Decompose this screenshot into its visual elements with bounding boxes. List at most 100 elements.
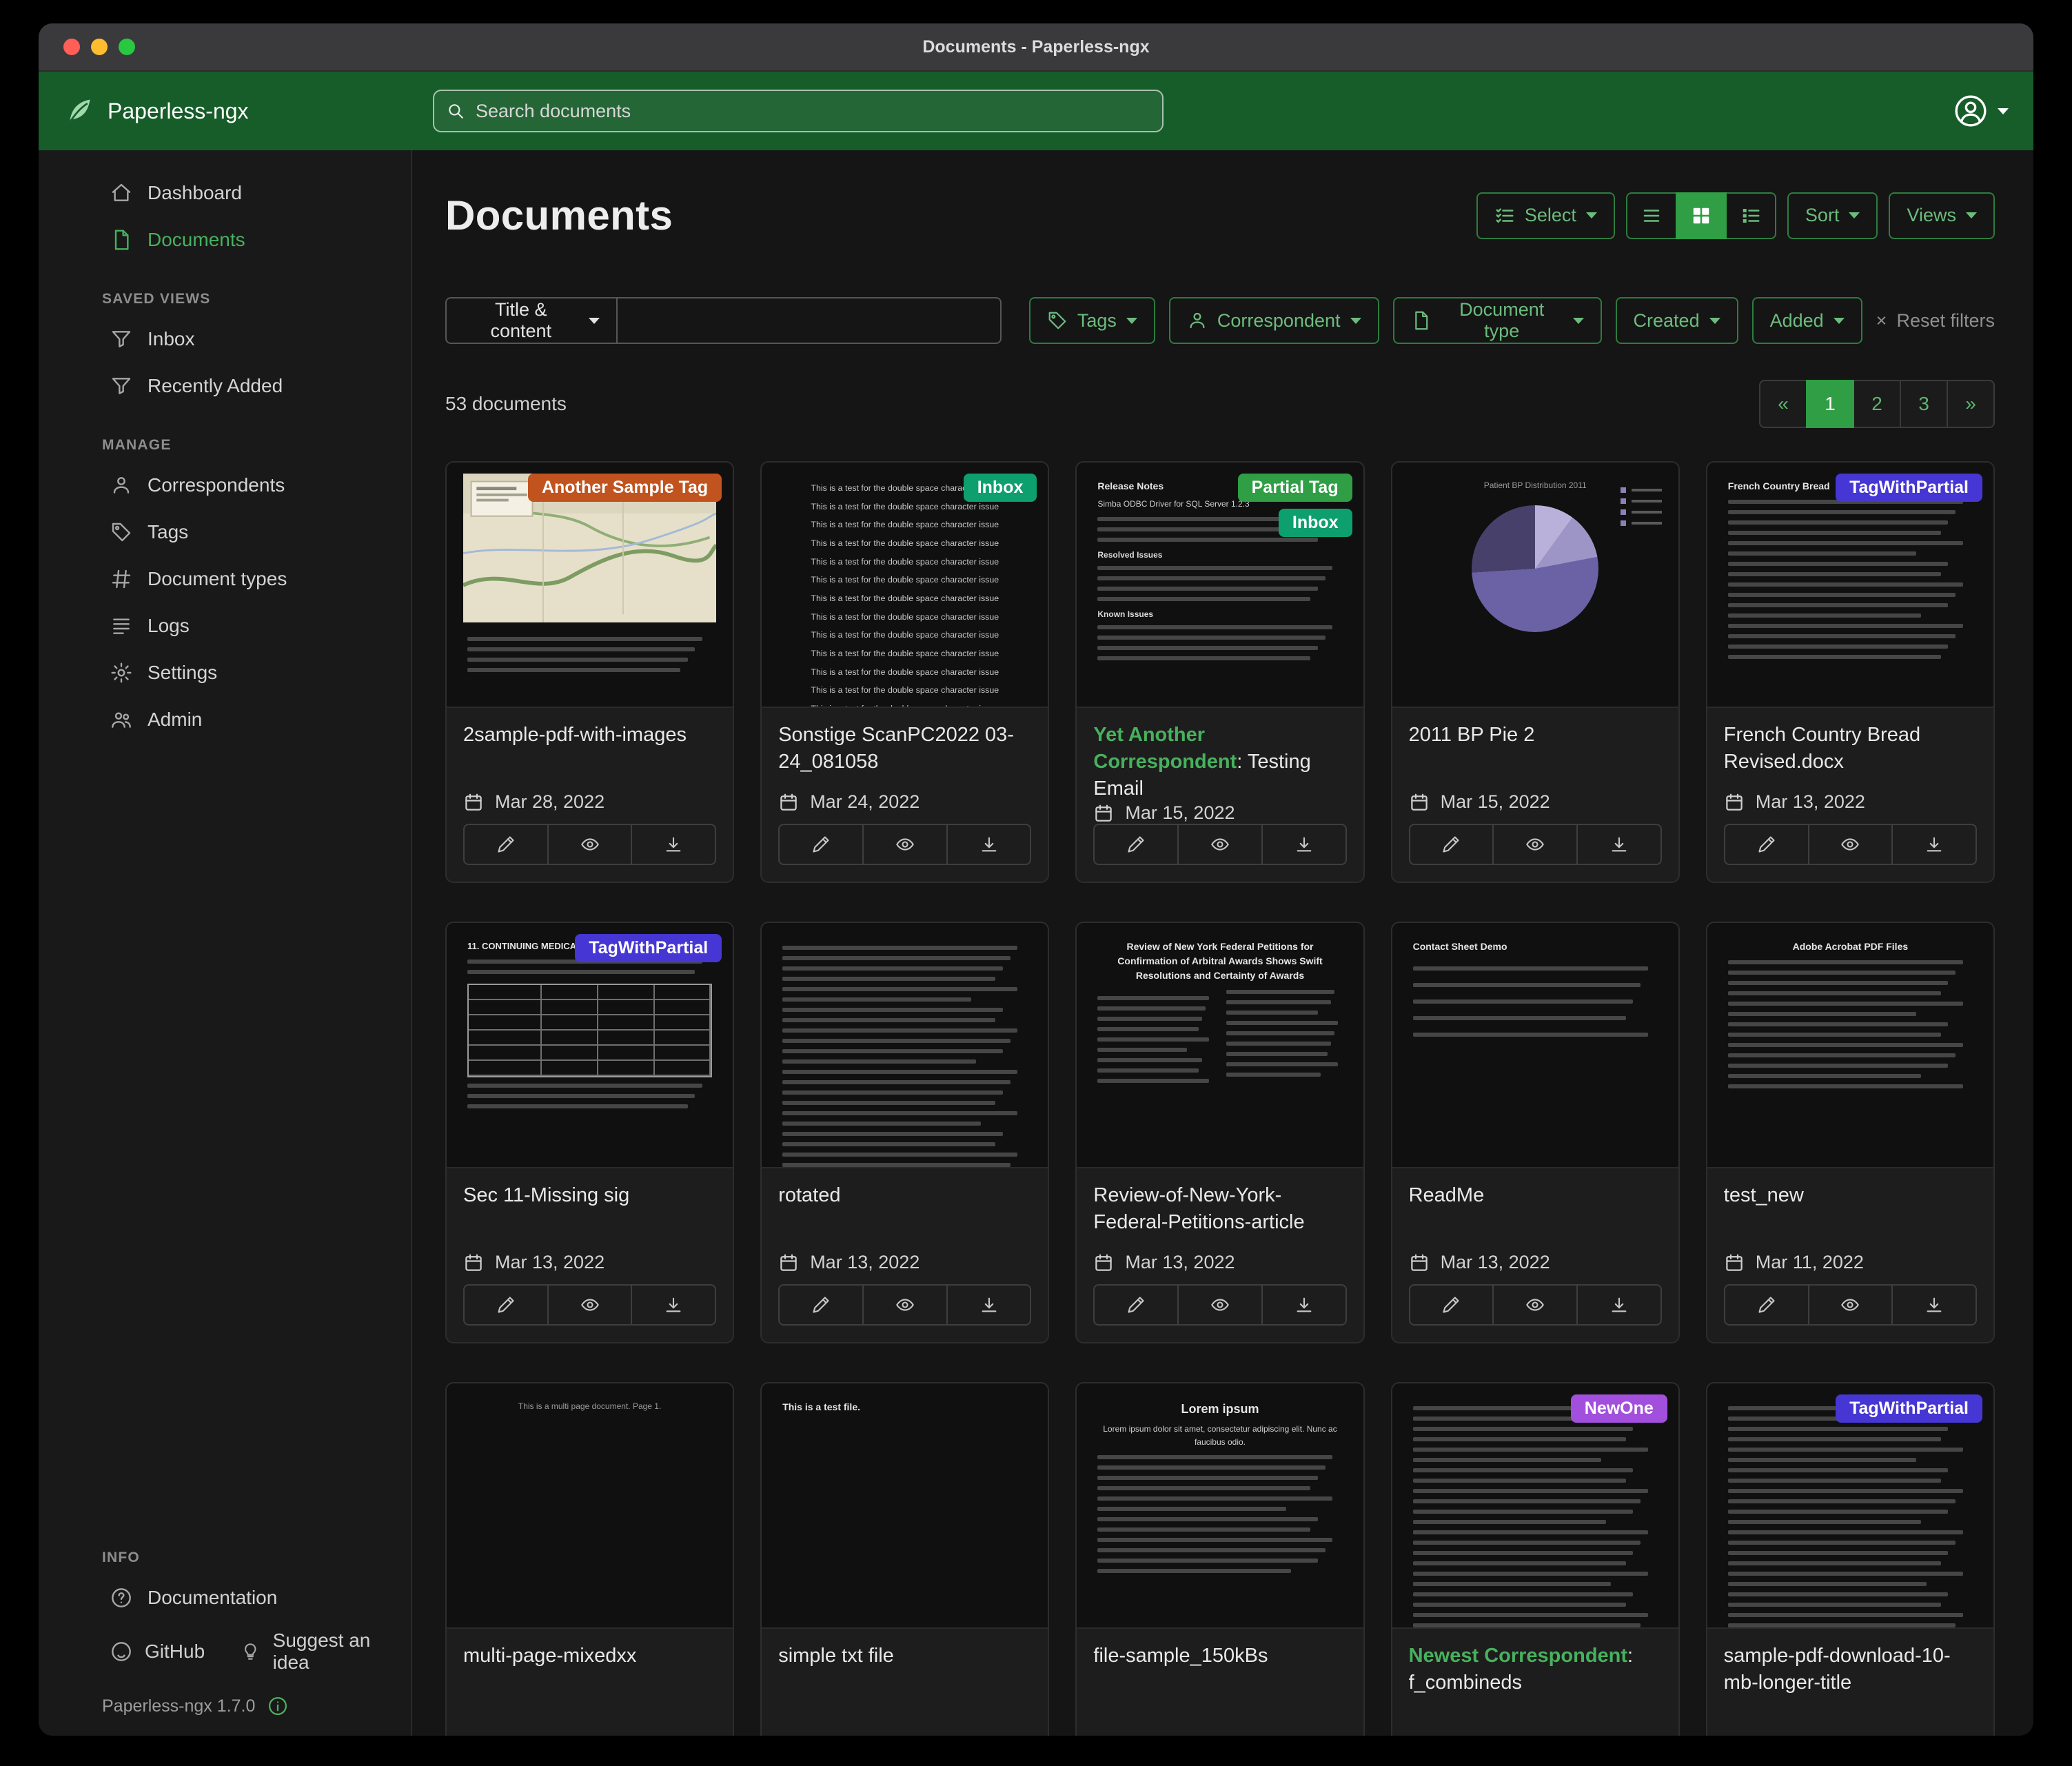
card-title[interactable]: file-sample_150kBs <box>1093 1643 1346 1669</box>
view-document-button[interactable] <box>862 824 948 865</box>
view-document-button[interactable] <box>1492 1284 1578 1326</box>
download-document-button[interactable] <box>1261 824 1347 865</box>
user-menu[interactable] <box>1953 94 2009 128</box>
sidebar-item-admin[interactable]: Admin <box>39 696 411 743</box>
view-document-button[interactable] <box>1177 824 1263 865</box>
edit-document-button[interactable] <box>1093 824 1179 865</box>
info-circle-icon[interactable] <box>267 1696 288 1716</box>
sidebar-item-inbox[interactable]: Inbox <box>39 316 411 363</box>
card-thumbnail[interactable]: Contact Sheet Demo <box>1392 923 1678 1168</box>
download-document-button[interactable] <box>1576 1284 1662 1326</box>
sidebar-item-logs[interactable]: Logs <box>39 602 411 649</box>
tag-badge[interactable]: TagWithPartial <box>1836 474 1982 502</box>
pagination-prev[interactable]: « <box>1759 380 1807 428</box>
document-type-filter-button[interactable]: Document type <box>1393 297 1602 344</box>
sort-button[interactable]: Sort <box>1787 192 1878 239</box>
tag-badge[interactable]: NewOne <box>1571 1394 1667 1423</box>
zoom-window-button[interactable] <box>119 39 135 55</box>
edit-document-button[interactable] <box>463 824 549 865</box>
edit-document-button[interactable] <box>778 1284 864 1326</box>
view-document-button[interactable] <box>862 1284 948 1326</box>
suggest-idea-link[interactable]: Suggest an idea <box>241 1630 397 1674</box>
card-thumbnail[interactable] <box>762 923 1048 1168</box>
tag-badge[interactable]: TagWithPartial <box>575 934 722 962</box>
view-document-button[interactable] <box>1808 824 1893 865</box>
github-link[interactable]: GitHub <box>110 1641 205 1663</box>
tags-filter-button[interactable]: Tags <box>1029 297 1155 344</box>
sidebar-item-recently-added[interactable]: Recently Added <box>39 363 411 409</box>
card-thumbnail[interactable]: Patient BP Distribution 2011 <box>1392 463 1678 708</box>
card-thumbnail[interactable]: Review of New York Federal Petitions for… <box>1077 923 1363 1168</box>
sidebar-item-settings[interactable]: Settings <box>39 649 411 696</box>
list-view-button[interactable] <box>1626 192 1677 239</box>
sidebar-item-documents[interactable]: Documents <box>39 216 411 263</box>
brand[interactable]: Paperless-ngx <box>63 96 433 126</box>
added-filter-button[interactable]: Added <box>1752 297 1862 344</box>
title-content-dropdown[interactable]: Title & content <box>445 297 618 344</box>
pagination-next[interactable]: » <box>1947 380 1995 428</box>
title-content-input[interactable] <box>618 297 1002 344</box>
card-title[interactable]: simple txt file <box>778 1643 1031 1669</box>
edit-document-button[interactable] <box>778 824 864 865</box>
edit-document-button[interactable] <box>1093 1284 1179 1326</box>
pagination-page-3[interactable]: 3 <box>1900 380 1948 428</box>
tag-badge[interactable]: Inbox <box>1279 509 1352 537</box>
tag-badge[interactable]: Inbox <box>964 474 1037 502</box>
card-correspondent[interactable]: Newest Correspondent <box>1409 1645 1627 1667</box>
sidebar-item-documentation[interactable]: Documentation <box>39 1574 411 1621</box>
view-document-button[interactable] <box>547 824 633 865</box>
card-thumbnail[interactable]: This is a test file. <box>762 1383 1048 1629</box>
created-filter-button[interactable]: Created <box>1616 297 1738 344</box>
search-bar[interactable] <box>433 90 1164 132</box>
card-title[interactable]: sample-pdf-download-10-mb-longer-title <box>1724 1643 1977 1696</box>
view-document-button[interactable] <box>1177 1284 1263 1326</box>
select-button[interactable]: Select <box>1476 192 1615 239</box>
edit-document-button[interactable] <box>1409 824 1494 865</box>
pagination-page-1[interactable]: 1 <box>1806 380 1854 428</box>
card-thumbnail[interactable]: Adobe Acrobat PDF Files <box>1707 923 1993 1168</box>
sidebar-item-tags[interactable]: Tags <box>39 509 411 556</box>
card-thumbnail[interactable]: This is a multi page document. Page 1. <box>447 1383 733 1629</box>
view-document-button[interactable] <box>1808 1284 1893 1326</box>
download-document-button[interactable] <box>1576 824 1662 865</box>
tag-badge[interactable]: TagWithPartial <box>1836 1394 1982 1423</box>
pagination-page-2[interactable]: 2 <box>1853 380 1901 428</box>
card-title[interactable]: Sec 11-Missing sig <box>463 1182 716 1209</box>
view-document-button[interactable] <box>1492 824 1578 865</box>
card-title[interactable]: Newest Correspondent: f_combineds <box>1409 1643 1662 1696</box>
reset-filters-button[interactable]: × Reset filters <box>1876 310 1995 332</box>
views-button[interactable]: Views <box>1889 192 1995 239</box>
card-title[interactable]: French Country Bread Revised.docx <box>1724 722 1977 775</box>
tag-badge[interactable]: Partial Tag <box>1238 474 1352 502</box>
sidebar-item-dashboard[interactable]: Dashboard <box>39 170 411 216</box>
card-thumbnail[interactable]: Lorem ipsumLorem ipsum dolor sit amet, c… <box>1077 1383 1363 1629</box>
sidebar-item-correspondents[interactable]: Correspondents <box>39 462 411 509</box>
card-title[interactable]: ReadMe <box>1409 1182 1662 1209</box>
detail-view-button[interactable] <box>1725 192 1776 239</box>
card-title[interactable]: test_new <box>1724 1182 1977 1209</box>
download-document-button[interactable] <box>631 1284 716 1326</box>
card-title[interactable]: Review-of-New-York-Federal-Petitions-art… <box>1093 1182 1346 1236</box>
download-document-button[interactable] <box>946 1284 1032 1326</box>
download-document-button[interactable] <box>1891 1284 1977 1326</box>
minimize-window-button[interactable] <box>91 39 108 55</box>
grid-view-button[interactable] <box>1676 192 1727 239</box>
card-title[interactable]: 2sample-pdf-with-images <box>463 722 716 749</box>
download-document-button[interactable] <box>946 824 1032 865</box>
card-title[interactable]: multi-page-mixedxx <box>463 1643 716 1669</box>
download-document-button[interactable] <box>631 824 716 865</box>
edit-document-button[interactable] <box>1724 824 1809 865</box>
download-document-button[interactable] <box>1261 1284 1347 1326</box>
edit-document-button[interactable] <box>1409 1284 1494 1326</box>
card-title[interactable]: Yet Another Correspondent: Testing Email <box>1093 722 1346 802</box>
card-title[interactable]: rotated <box>778 1182 1031 1209</box>
card-title[interactable]: 2011 BP Pie 2 <box>1409 722 1662 749</box>
search-input[interactable] <box>476 101 1150 122</box>
view-document-button[interactable] <box>547 1284 633 1326</box>
download-document-button[interactable] <box>1891 824 1977 865</box>
correspondent-filter-button[interactable]: Correspondent <box>1169 297 1379 344</box>
edit-document-button[interactable] <box>1724 1284 1809 1326</box>
card-title[interactable]: Sonstige ScanPC2022 03-24_081058 <box>778 722 1031 775</box>
card-correspondent[interactable]: Yet Another Correspondent <box>1093 724 1237 773</box>
close-window-button[interactable] <box>63 39 80 55</box>
